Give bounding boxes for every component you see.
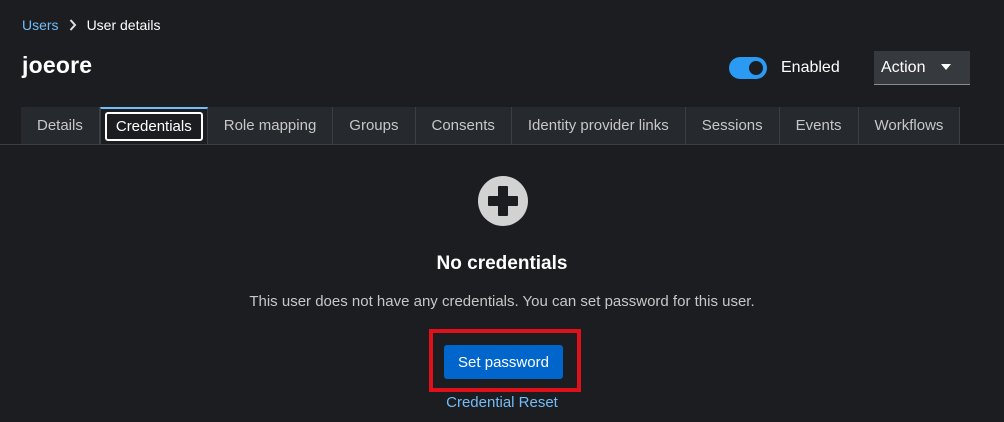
empty-state-body: This user does not have any credentials.…	[249, 293, 755, 310]
tab-sessions[interactable]: Sessions	[685, 107, 780, 144]
user-details-page: Users User details joeore Enabled Action…	[0, 0, 1004, 422]
enabled-toggle[interactable]	[729, 57, 767, 79]
tab-identity-provider-links[interactable]: Identity provider links	[511, 107, 686, 144]
tab-details[interactable]: Details	[21, 107, 100, 144]
breadcrumb: Users User details	[22, 16, 160, 34]
tab-consents[interactable]: Consents	[415, 107, 512, 144]
tab-label: Role mapping	[223, 117, 317, 134]
tab-label: Sessions	[701, 117, 763, 134]
empty-state-title: No credentials	[436, 253, 568, 274]
tab-label: Identity provider links	[527, 117, 669, 134]
chevron-right-icon	[59, 16, 87, 34]
toggle-knob	[749, 61, 763, 75]
set-password-button[interactable]: Set password	[444, 345, 563, 379]
tab-role-mapping[interactable]: Role mapping	[207, 107, 334, 144]
tab-label: Details	[37, 117, 83, 134]
tab-label: Consents	[431, 117, 495, 134]
credential-reset-link[interactable]: Credential Reset	[0, 394, 1004, 411]
enabled-toggle-label: Enabled	[781, 59, 840, 76]
tab-label: Workflows	[874, 117, 944, 134]
action-dropdown[interactable]: Action	[874, 51, 970, 85]
page-title: joeore	[22, 52, 93, 78]
breadcrumb-users-link[interactable]: Users	[22, 17, 59, 33]
tab-bar-divider	[0, 144, 1004, 145]
tab-workflows[interactable]: Workflows	[858, 107, 961, 144]
tab-events[interactable]: Events	[779, 107, 859, 144]
breadcrumb-current: User details	[86, 17, 161, 33]
tab-bar: Details Credentials Role mapping Groups …	[21, 107, 961, 144]
tab-credentials[interactable]: Credentials	[99, 107, 208, 144]
action-dropdown-label: Action	[881, 59, 926, 76]
caret-down-icon	[941, 64, 951, 70]
tab-label: Credentials	[104, 112, 203, 141]
tab-label: Events	[795, 117, 842, 134]
tab-groups[interactable]: Groups	[333, 107, 416, 144]
plus-circle-icon	[478, 176, 528, 226]
tab-label: Groups	[349, 117, 399, 134]
